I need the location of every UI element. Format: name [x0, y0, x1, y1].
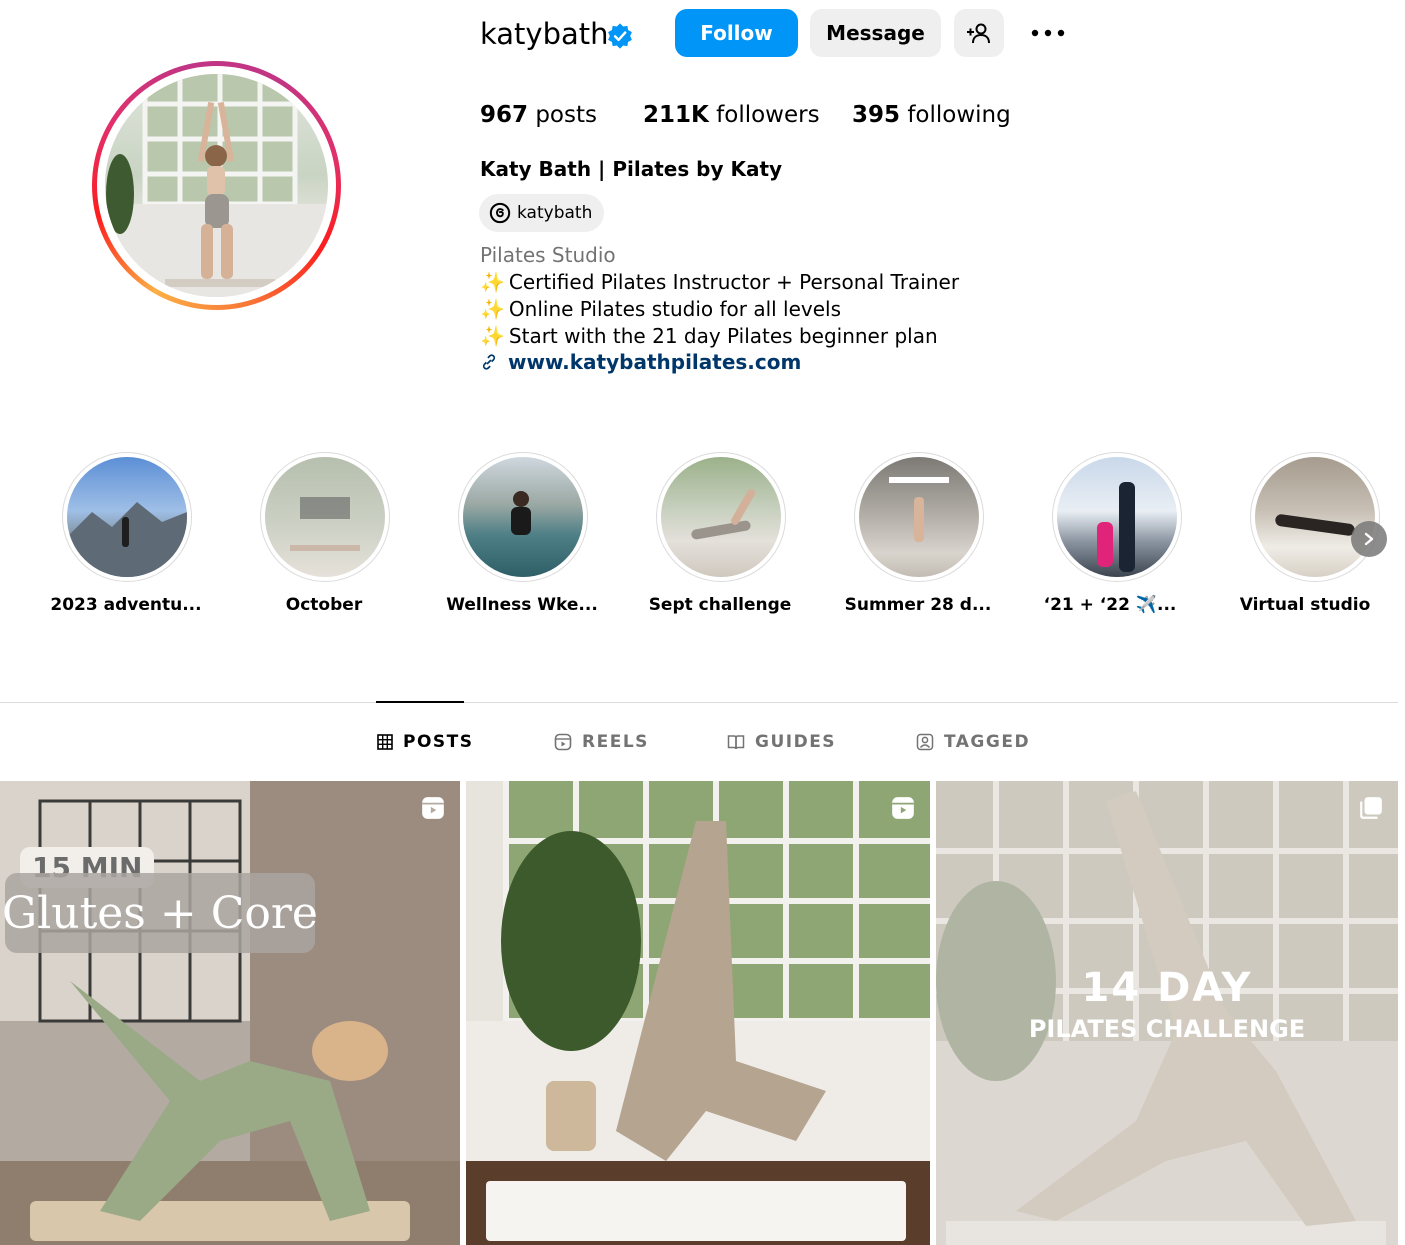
highlight-item[interactable] [260, 452, 390, 582]
tabs-divider [0, 702, 1398, 703]
more-dots-icon [1031, 29, 1065, 37]
profile-username: katybath [480, 17, 609, 51]
bio-line-text: Online Pilates studio for all levels [508, 297, 842, 321]
carousel-icon [1360, 797, 1382, 819]
highlight-item[interactable] [1250, 452, 1380, 582]
link-icon [482, 354, 496, 370]
highlight-photo [67, 502, 187, 577]
highlights-next-button[interactable] [1351, 521, 1387, 557]
threads-icon [489, 202, 511, 224]
bio-line: ✨ Certified Pilates Instructor + Persona… [480, 270, 959, 294]
highlight-cover [661, 457, 781, 577]
tab-tagged-label: TAGGED [944, 732, 1031, 752]
sparkles-icon: ✨ [480, 324, 505, 348]
highlight-label: 2023 adventu... [50, 595, 202, 615]
tab-reels[interactable]: REELS [554, 730, 649, 754]
post-thumbnail [466, 781, 930, 1245]
highlight-item[interactable] [458, 452, 588, 582]
post-overlay-duration: 14 DAY [1081, 965, 1253, 1011]
bio-line: ✨ Start with the 21 day Pilates beginner… [480, 324, 938, 348]
following-count-value: 395 [852, 102, 901, 128]
posts-count: 967 posts [480, 98, 597, 132]
profile-full-name: Katy Bath | Pilates by Katy [480, 157, 783, 181]
posts-count-value: 967 [480, 102, 529, 128]
highlight-label: Wellness Wke... [446, 595, 598, 615]
highlight-label: Virtual studio [1239, 595, 1371, 615]
following-link[interactable]: 395 following [852, 98, 1011, 132]
post-overlay-title: Glutes + Core [2, 873, 318, 953]
add-user-icon [967, 23, 990, 44]
reel-icon [892, 797, 914, 819]
post-overlay-title: PILATES CHALLENGE [1028, 1015, 1306, 1043]
tab-reels-label: REELS [582, 732, 649, 752]
highlight-item[interactable] [62, 452, 192, 582]
highlight-item[interactable] [1052, 452, 1182, 582]
reels-icon [554, 733, 572, 751]
chevron-right-icon [1364, 532, 1374, 546]
active-tab-indicator [376, 701, 464, 703]
highlight-photo [1097, 482, 1135, 572]
highlight-item[interactable] [854, 452, 984, 582]
grid-icon [377, 734, 393, 750]
post-tile[interactable]: 15 MIN Glutes + Core [0, 781, 460, 1245]
highlight-photo [691, 489, 755, 540]
profile-avatar[interactable] [105, 74, 328, 297]
tab-posts[interactable]: POSTS [377, 730, 474, 754]
follow-button[interactable]: Follow [675, 9, 798, 57]
threads-badge[interactable]: katybath [479, 194, 605, 232]
highlight-cover [859, 457, 979, 577]
followers-count-label: followers [716, 102, 820, 128]
tab-tagged[interactable]: TAGGED [916, 730, 1030, 754]
post-tile[interactable] [466, 781, 930, 1245]
highlight-photo [290, 497, 360, 551]
followers-count-value: 211K [643, 102, 709, 128]
tab-guides-label: GUIDES [755, 732, 837, 752]
post-tile[interactable]: 14 DAY PILATES CHALLENGE [936, 781, 1398, 1245]
tab-guides[interactable]: GUIDES [727, 730, 836, 754]
highlight-cover [1255, 457, 1375, 577]
posts-count-label: posts [535, 102, 597, 128]
highlight-cover [67, 457, 187, 577]
suggest-accounts-button[interactable] [954, 9, 1004, 57]
highlight-item[interactable] [656, 452, 786, 582]
website-url: www.katybathpilates.com [508, 350, 802, 374]
highlight-photo [1275, 514, 1355, 536]
highlight-photo [511, 491, 531, 535]
reel-icon [422, 797, 444, 819]
followers-link[interactable]: 211K followers [643, 98, 820, 132]
highlight-label: October [285, 595, 363, 615]
highlight-label: Summer 28 d... [844, 595, 992, 615]
highlight-photo [889, 477, 949, 542]
message-button[interactable]: Message [810, 9, 941, 57]
post-thumbnail [936, 781, 1398, 1245]
website-link[interactable]: www.katybathpilates.com [480, 350, 801, 374]
sparkles-icon: ✨ [480, 297, 505, 321]
avatar-photo [105, 74, 328, 297]
highlight-label: ‘21 + ‘22 ✈️... [1043, 595, 1177, 615]
highlight-label: Sept challenge [648, 595, 792, 615]
verified-badge-icon [608, 23, 632, 49]
more-options-button[interactable] [1024, 9, 1072, 57]
tab-posts-label: POSTS [403, 732, 474, 752]
bio-line: ✨ Online Pilates studio for all levels [480, 297, 841, 321]
threads-handle: katybath [517, 203, 593, 223]
bio-line-text: Start with the 21 day Pilates beginner p… [508, 324, 938, 348]
bio-line-text: Certified Pilates Instructor + Personal … [508, 270, 960, 294]
tagged-user-icon [916, 733, 934, 751]
highlight-cover [265, 457, 385, 577]
highlight-cover [463, 457, 583, 577]
sparkles-icon: ✨ [480, 270, 505, 294]
highlight-cover [1057, 457, 1177, 577]
guides-icon [727, 735, 745, 750]
following-count-label: following [907, 102, 1011, 128]
profile-category: Pilates Studio [480, 243, 616, 267]
